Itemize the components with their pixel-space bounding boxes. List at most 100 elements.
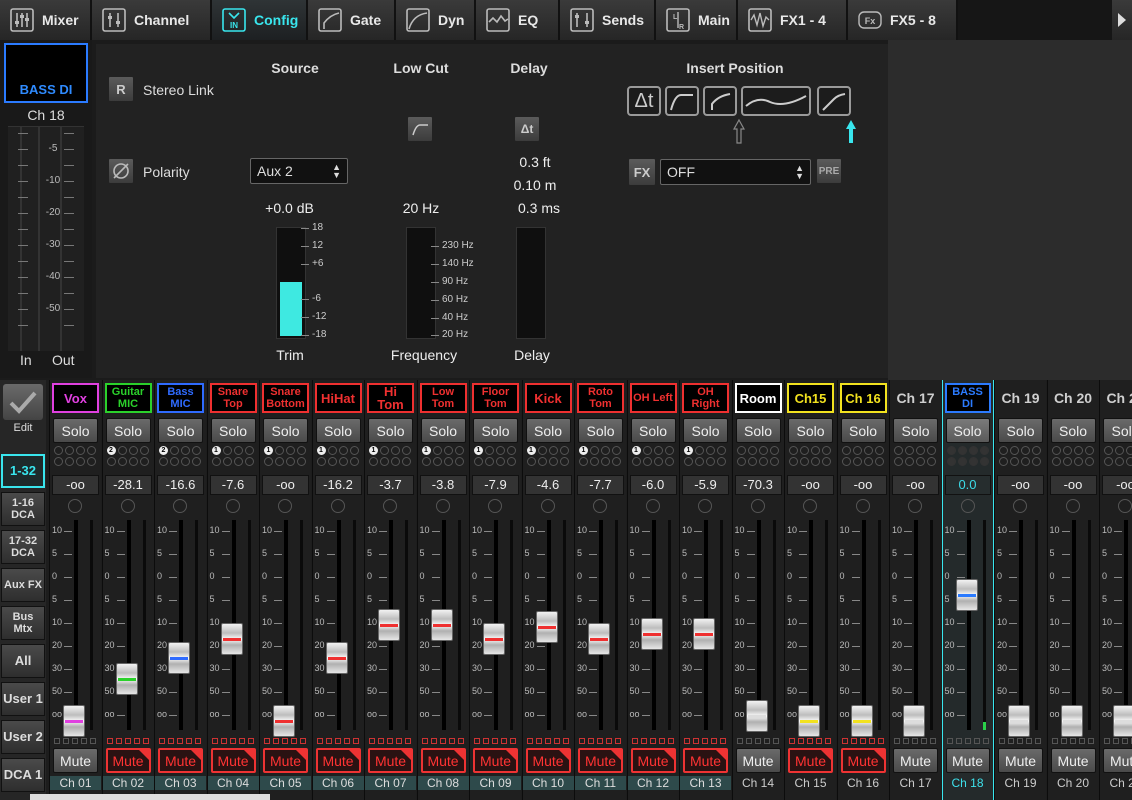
solo-button[interactable]: Solo — [840, 418, 886, 443]
fader-cap[interactable] — [903, 705, 925, 737]
strip-name[interactable]: Vox — [52, 383, 99, 413]
layer-button-user-1[interactable]: User 1 — [1, 682, 45, 716]
pan-knob[interactable] — [645, 499, 660, 513]
fader-cap[interactable] — [745, 699, 768, 732]
strip-name[interactable]: Bass MIC — [157, 383, 204, 413]
pan-knob[interactable] — [68, 499, 82, 513]
gain-readout[interactable]: -5.9 — [682, 475, 729, 495]
fader-cap[interactable] — [168, 642, 190, 674]
solo-button[interactable]: Solo — [735, 418, 781, 443]
gain-readout[interactable]: -oo — [892, 475, 939, 495]
solo-button[interactable]: Solo — [788, 418, 833, 443]
strip-name[interactable]: Ch 20 — [1050, 383, 1097, 413]
horizontal-scrollbar[interactable] — [30, 794, 270, 800]
tab-gate[interactable]: Gate — [308, 0, 396, 40]
strip-name[interactable]: Ch 21 — [1102, 383, 1132, 413]
solo-button[interactable]: Solo — [420, 418, 466, 443]
gain-readout[interactable]: -16.2 — [314, 475, 362, 495]
strip-name[interactable]: Room — [734, 383, 782, 413]
tab-mixer[interactable]: Mixer — [0, 0, 92, 40]
pan-knob[interactable] — [225, 499, 240, 513]
strip-name[interactable]: Kick — [524, 383, 572, 413]
source-select[interactable]: Aux 2 ▲ ▼ — [250, 158, 348, 184]
solo-button[interactable]: Solo — [53, 418, 98, 443]
pan-knob[interactable] — [960, 499, 975, 513]
insert-select[interactable]: OFF ▲ ▼ — [660, 159, 811, 185]
solo-button[interactable]: Solo — [1050, 418, 1096, 443]
strip-name[interactable]: Roto Tom — [577, 383, 624, 413]
mute-button[interactable]: Mute — [683, 748, 728, 773]
gain-readout[interactable]: -7.9 — [472, 475, 519, 495]
fader-cap[interactable] — [220, 622, 243, 655]
fader-cap[interactable] — [798, 705, 820, 737]
tab-fx1-4[interactable]: FX1 - 4 — [738, 0, 848, 40]
solo-button[interactable]: Solo — [158, 418, 203, 443]
fader-cap[interactable] — [850, 705, 873, 737]
solo-button[interactable]: Solo — [473, 418, 518, 443]
layer-button-17-32-dca[interactable]: 17-32 DCA — [1, 530, 45, 564]
gain-readout[interactable]: -oo — [1049, 475, 1097, 495]
pan-knob[interactable] — [383, 499, 397, 513]
strip-name[interactable]: OH Right — [682, 383, 729, 413]
pan-knob[interactable] — [1065, 499, 1080, 513]
strip-name[interactable]: OH Left — [629, 383, 677, 413]
mute-button[interactable]: Mute — [578, 748, 623, 773]
stereo-link-button[interactable]: R — [108, 76, 134, 102]
pan-knob[interactable] — [803, 499, 817, 513]
edit-button[interactable]: Edit — [3, 384, 43, 436]
pan-knob[interactable] — [855, 499, 870, 513]
solo-button[interactable]: Solo — [315, 418, 361, 443]
strip-name[interactable]: Snare Bottom — [262, 383, 309, 413]
gain-readout[interactable]: -oo — [1102, 475, 1132, 495]
mute-button[interactable]: Mute — [893, 748, 938, 773]
tab-dyn[interactable]: Dyn — [396, 0, 476, 40]
pan-knob[interactable] — [278, 499, 292, 513]
pan-knob[interactable] — [593, 499, 607, 513]
fader-cap[interactable] — [1060, 705, 1083, 737]
solo-button[interactable]: Solo — [105, 418, 151, 443]
fader-cap[interactable] — [325, 642, 348, 674]
gain-readout[interactable]: -oo — [839, 475, 887, 495]
mute-button[interactable]: Mute — [788, 748, 833, 773]
delay-fader[interactable] — [516, 227, 546, 339]
fader-cap[interactable] — [588, 622, 610, 655]
fader-cap[interactable] — [535, 610, 558, 643]
mute-button[interactable]: Mute — [525, 748, 571, 773]
insert-pos-dynamics-button[interactable] — [817, 86, 851, 116]
fader-cap[interactable] — [115, 663, 138, 695]
fader-cap[interactable] — [1113, 705, 1132, 737]
gain-readout[interactable]: -oo — [52, 475, 99, 495]
layer-button-1-16-dca[interactable]: 1-16 DCA — [1, 492, 45, 526]
solo-button[interactable]: Solo — [1103, 418, 1132, 443]
mute-button[interactable]: Mute — [210, 748, 256, 773]
tab-scroll-right-icon[interactable] — [1112, 0, 1132, 40]
strip-name[interactable]: Ch 17 — [892, 383, 939, 413]
gain-readout[interactable]: -oo — [787, 475, 834, 495]
solo-button[interactable]: Solo — [525, 418, 571, 443]
tab-fx5-8[interactable]: Fx FX5 - 8 — [848, 0, 958, 40]
layer-button-aux-fx[interactable]: Aux FX — [1, 568, 45, 602]
pan-knob[interactable] — [435, 499, 450, 513]
fader-cap[interactable] — [483, 622, 505, 655]
strip-name[interactable]: Ch 19 — [997, 383, 1044, 413]
strip-name[interactable]: BASS DI — [944, 383, 991, 413]
mute-button[interactable]: Mute — [473, 748, 518, 773]
fx-insert-button[interactable]: FX — [628, 158, 656, 186]
solo-button[interactable]: Solo — [893, 418, 938, 443]
strip-name[interactable]: Low Tom — [419, 383, 467, 413]
fader-cap[interactable] — [430, 608, 453, 641]
solo-button[interactable]: Solo — [630, 418, 676, 443]
solo-button[interactable]: Solo — [210, 418, 256, 443]
mute-button[interactable]: Mute — [263, 748, 308, 773]
strip-name[interactable]: Guitar MIC — [104, 383, 152, 413]
gain-readout[interactable]: -7.7 — [577, 475, 624, 495]
tab-main[interactable]: L R Main — [656, 0, 738, 40]
pre-button[interactable]: PRE — [816, 158, 842, 184]
mute-button[interactable]: Mute — [630, 748, 676, 773]
strip-name[interactable]: Snare Top — [209, 383, 257, 413]
solo-button[interactable]: Solo — [368, 418, 413, 443]
pan-knob[interactable] — [908, 499, 922, 513]
tab-sends[interactable]: Sends — [560, 0, 656, 40]
mute-button[interactable]: Mute — [158, 748, 203, 773]
solo-button[interactable]: Solo — [998, 418, 1043, 443]
